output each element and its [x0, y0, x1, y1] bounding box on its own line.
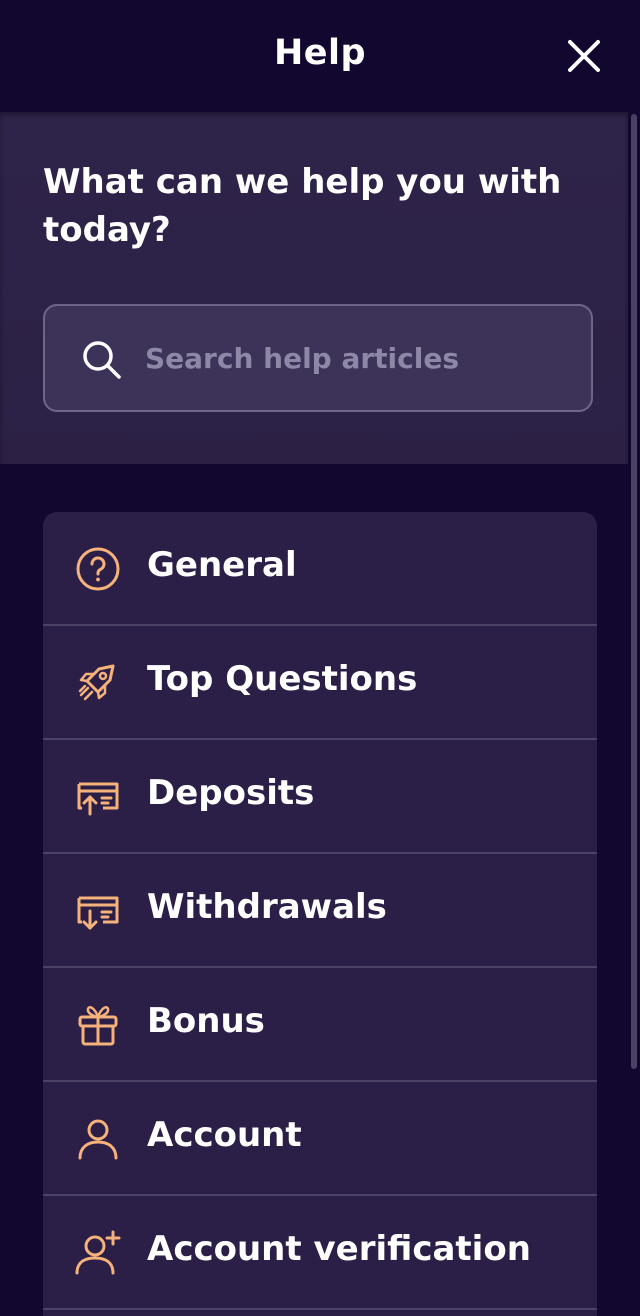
- search-input[interactable]: [145, 326, 565, 390]
- help-page: Help What can we help you with today? Se…: [0, 0, 640, 1316]
- header: Help: [0, 0, 640, 112]
- gift-icon: [73, 1000, 123, 1050]
- category-label: General: [147, 545, 297, 585]
- category-item-deposits[interactable]: Deposits: [43, 740, 597, 854]
- category-label: Account verification: [147, 1229, 531, 1269]
- user-icon: [73, 1114, 123, 1164]
- category-label: Top Questions: [147, 659, 418, 699]
- close-button[interactable]: [560, 32, 608, 80]
- category-item-general[interactable]: General: [43, 512, 597, 626]
- category-item-account-verification[interactable]: Account verification: [43, 1196, 597, 1310]
- category-label: Account: [147, 1115, 302, 1155]
- rocket-icon: [73, 658, 123, 708]
- deposit-icon: [73, 772, 123, 822]
- category-label: Withdrawals: [147, 887, 387, 927]
- question-circle-icon: [73, 544, 123, 594]
- category-item-withdrawals[interactable]: Withdrawals: [43, 854, 597, 968]
- category-item-top-questions[interactable]: Top Questions: [43, 626, 597, 740]
- category-item-account[interactable]: Account: [43, 1082, 597, 1196]
- category-list: General Top Questions Deposits Withdrawa…: [43, 512, 597, 1316]
- category-label: Bonus: [147, 1001, 265, 1041]
- help-heading: What can we help you with today?: [43, 162, 562, 250]
- search-panel: What can we help you with today?: [0, 112, 628, 464]
- search-icon: [83, 341, 121, 379]
- category-item-bonus[interactable]: Bonus: [43, 968, 597, 1082]
- withdrawal-icon: [73, 886, 123, 936]
- scrollbar[interactable]: [630, 112, 640, 1316]
- user-plus-icon: [73, 1228, 123, 1278]
- page-title: Help: [273, 33, 367, 73]
- category-label: Deposits: [147, 773, 315, 813]
- scrollbar-thumb[interactable]: [631, 114, 637, 1069]
- search-box[interactable]: [43, 304, 593, 412]
- close-icon: [568, 40, 600, 72]
